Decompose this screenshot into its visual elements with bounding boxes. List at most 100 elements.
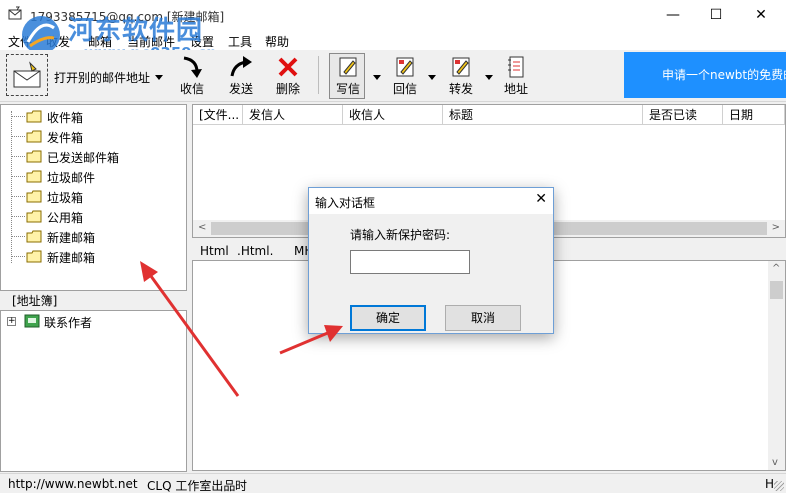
receive-button[interactable]: 收信 <box>175 50 209 100</box>
address-book-icon <box>508 56 524 78</box>
open-address-button[interactable] <box>6 54 48 96</box>
forward-pencil-icon <box>452 57 470 77</box>
menu-settings[interactable]: 设置 <box>190 33 214 50</box>
send-button[interactable]: 发送 <box>224 50 258 100</box>
send-label: 发送 <box>228 82 253 96</box>
resize-grip-icon[interactable] <box>774 481 784 491</box>
folder-icon <box>26 190 42 203</box>
reply-label: 回信 <box>392 82 417 96</box>
delete-label: 删除 <box>275 82 300 96</box>
menu-help[interactable]: 帮助 <box>265 33 289 50</box>
envelope-pen-icon <box>13 61 41 88</box>
folder-icon <box>26 230 42 243</box>
reply-dropdown-icon[interactable] <box>428 75 436 80</box>
forward-button[interactable]: 转发 <box>444 50 478 100</box>
dialog-close-button[interactable]: ✕ <box>535 191 547 207</box>
write-label: 写信 <box>335 82 360 96</box>
folder-label: 发件箱 <box>47 131 84 145</box>
title-bar: 1793385715@qq.com [新建邮箱] — ☐ ✕ <box>0 0 786 30</box>
dialog-title: 输入对话框 <box>315 196 376 210</box>
scroll-thumb[interactable] <box>770 281 783 299</box>
folder-outbox[interactable]: 发件箱 <box>11 127 181 147</box>
menu-mailbox[interactable]: 邮箱 <box>88 33 112 50</box>
folder-label: 新建邮箱 <box>47 231 96 245</box>
status-right: H <box>765 477 775 491</box>
toolbar-separator <box>318 56 319 94</box>
scroll-right-icon[interactable]: > <box>772 222 780 233</box>
delete-x-icon <box>278 57 298 77</box>
send-arrow-icon <box>230 56 252 77</box>
folder-icon <box>26 210 42 223</box>
scroll-down-icon[interactable]: v <box>772 457 778 468</box>
window-title: 1793385715@qq.com [新建邮箱] <box>30 10 225 24</box>
ok-button[interactable]: 确定 <box>350 305 426 331</box>
password-input[interactable] <box>350 250 470 274</box>
folder-new-2[interactable]: 新建邮箱 <box>11 247 181 267</box>
folder-public[interactable]: 公用箱 <box>11 207 181 227</box>
column-date[interactable]: 日期 <box>723 105 785 125</box>
folder-trash[interactable]: 垃圾箱 <box>11 187 181 207</box>
folder-label: 新建邮箱 <box>47 251 96 265</box>
preview-vscrollbar[interactable]: ^ v <box>768 261 785 470</box>
folder-label: 公用箱 <box>47 211 84 225</box>
receive-label: 收信 <box>179 82 204 96</box>
folder-tree: 收件箱 发件箱 已发送邮件箱 垃圾邮件 垃圾箱 公用箱 新建邮箱 新建邮箱 <box>0 104 187 291</box>
contact-group-label[interactable]: 联系作者 <box>44 314 92 331</box>
open-address-dropdown-icon[interactable] <box>155 75 163 80</box>
folder-label: 收件箱 <box>47 111 84 125</box>
write-dropdown-icon[interactable] <box>373 75 381 80</box>
reply-button[interactable]: 回信 <box>388 50 422 100</box>
reply-pencil-icon <box>396 57 414 77</box>
dialog-prompt: 请输入新保护密码: <box>350 228 451 242</box>
write-button[interactable]: 写信 <box>331 50 365 100</box>
menu-file[interactable]: 文件 <box>8 33 32 50</box>
menu-tools[interactable]: 工具 <box>228 33 252 50</box>
app-mail-icon <box>8 6 22 20</box>
input-dialog: 输入对话框 ✕ 请输入新保护密码: 确定 取消 <box>308 187 554 334</box>
write-pencil-icon <box>339 57 357 77</box>
column-file[interactable]: [文件... <box>193 105 243 125</box>
status-url: http://www.newbt.net <box>8 477 138 491</box>
menu-bar: 文件 收发 邮箱 当前邮件 设置 工具 帮助 <box>0 30 786 50</box>
promo-banner[interactable]: 申请一个newbt的免费邮 <box>624 52 786 98</box>
folder-spam[interactable]: 垃圾邮件 <box>11 167 181 187</box>
close-button[interactable]: ✕ <box>738 0 784 30</box>
folder-inbox[interactable]: 收件箱 <box>11 107 181 127</box>
delete-button[interactable]: 删除 <box>271 50 305 100</box>
tab-html[interactable]: Html <box>200 244 229 258</box>
folder-label: 已发送邮件箱 <box>47 151 120 165</box>
status-studio: CLQ 工作室出品 <box>147 479 236 493</box>
folder-icon <box>26 170 42 183</box>
contact-group-icon <box>24 314 40 328</box>
open-address-label[interactable]: 打开别的邮件地址 <box>54 69 150 86</box>
menu-send-receive[interactable]: 收发 <box>46 33 70 50</box>
column-recipient[interactable]: 收信人 <box>343 105 443 125</box>
folder-icon <box>26 250 42 263</box>
forward-dropdown-icon[interactable] <box>485 75 493 80</box>
folder-label: 垃圾邮件 <box>47 171 96 185</box>
expand-toggle-icon[interactable]: + <box>7 317 16 326</box>
column-subject[interactable]: 标题 <box>443 105 643 125</box>
address-label: 地址 <box>503 82 528 96</box>
cancel-button[interactable]: 取消 <box>445 305 521 331</box>
column-sender[interactable]: 发信人 <box>243 105 343 125</box>
scroll-up-icon[interactable]: ^ <box>772 263 780 274</box>
folder-new-1[interactable]: 新建邮箱 <box>11 227 181 247</box>
tab-html-alt[interactable]: .Html. <box>237 244 273 258</box>
folder-sent[interactable]: 已发送邮件箱 <box>11 147 181 167</box>
folder-icon <box>26 130 42 143</box>
scroll-left-icon[interactable]: < <box>198 222 206 233</box>
address-button[interactable]: 地址 <box>499 50 533 100</box>
status-bar: http://www.newbt.net CLQ 工作室出品 时 H <box>0 473 786 493</box>
folder-icon <box>26 150 42 163</box>
column-read[interactable]: 是否已读 <box>643 105 723 125</box>
forward-label: 转发 <box>448 82 473 96</box>
status-time: 时 <box>235 479 248 493</box>
receive-arrow-icon <box>183 56 202 78</box>
menu-current-mail[interactable]: 当前邮件 <box>127 33 175 50</box>
minimize-button[interactable]: — <box>650 0 696 30</box>
folder-icon <box>26 110 42 123</box>
address-book-header: [地址簿] <box>0 292 187 310</box>
address-book-tree: + 联系作者 <box>0 310 187 472</box>
maximize-button[interactable]: ☐ <box>693 0 739 30</box>
